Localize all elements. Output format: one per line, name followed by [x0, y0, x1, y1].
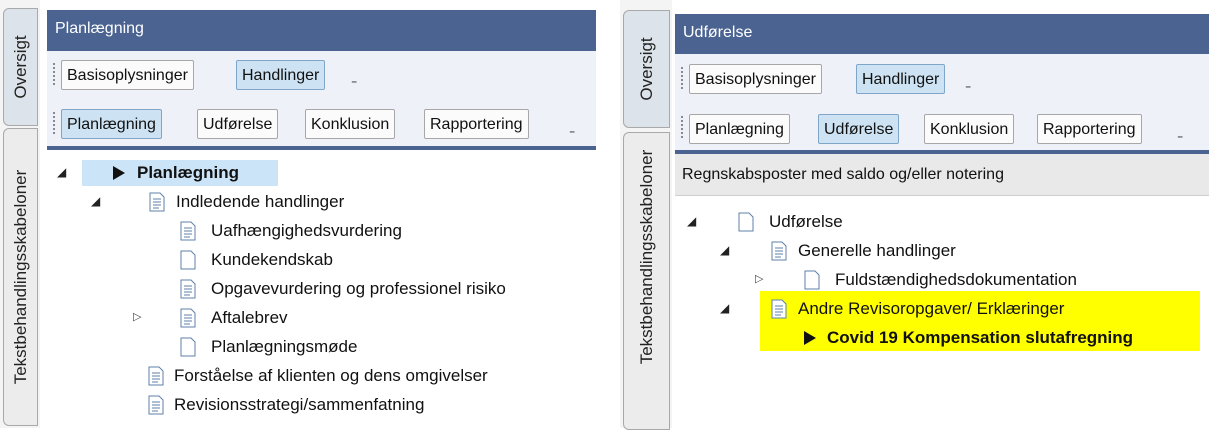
- tab-udforelse[interactable]: Udførelse: [818, 114, 900, 144]
- document-icon: [148, 366, 164, 386]
- toolbar-overflow-icon[interactable]: ₌: [1177, 128, 1183, 142]
- header-title: Planlægning: [55, 20, 144, 37]
- tree-node[interactable]: Forståelse af klienten og dens omgivelse…: [147, 363, 587, 389]
- side-tab-oversigt[interactable]: Oversigt: [3, 8, 38, 126]
- toolbar-button-handlinger[interactable]: Handlinger: [236, 60, 326, 90]
- toolbar-overflow-icon[interactable]: ₌: [965, 78, 971, 92]
- tree-node-label: Uafhængighedsvurdering: [211, 221, 402, 240]
- left-panel: Oversigt Tekstbehandlingsskabeloner Plan…: [0, 0, 600, 428]
- toolbar-grip[interactable]: [681, 116, 686, 138]
- tree-view: ◢ Udførelse ◢ Generelle handlinger ▷ Ful…: [675, 197, 1209, 428]
- tree-node-label: Generelle handlinger: [798, 241, 956, 260]
- tab-konklusion[interactable]: Konklusion: [924, 114, 1015, 144]
- tree-node-label: Andre Revisoropgaver/ Erklæringer: [798, 299, 1065, 318]
- tree-node[interactable]: ▷ Aftalebrev: [133, 305, 433, 331]
- tree-node[interactable]: ◢ Generelle handlinger: [720, 238, 1050, 264]
- side-tab-label: Tekstbehandlingsskabeloner: [10, 169, 30, 385]
- tree-node-label: Opgavevurdering og professionel risiko: [211, 279, 506, 298]
- expander-icon[interactable]: ◢: [91, 194, 100, 208]
- toolbar-button-basisoplysninger[interactable]: Basisoplysninger: [61, 60, 194, 90]
- info-bar: Regnskabsposter med saldo og/eller noter…: [675, 154, 1209, 196]
- tree-node-label: Kundekendskab: [211, 250, 333, 269]
- tab-planlaegning[interactable]: Planlægning: [689, 114, 790, 144]
- page-title: Udførelse: [675, 14, 1209, 54]
- tree-node-label: Fuldstændighedsdokumentation: [835, 270, 1077, 289]
- toolbar-grip[interactable]: [53, 112, 58, 134]
- expander-icon[interactable]: ▷: [755, 272, 763, 285]
- tree-view: ◢ Planlægning ◢ Indledende handlinger Ua…: [47, 150, 596, 428]
- side-tab-tekstbehandlingsskabeloner[interactable]: Tekstbehandlingsskabeloner: [3, 128, 38, 426]
- tree-node[interactable]: ▷ Fuldstændighedsdokumentation: [755, 267, 1175, 293]
- tree-node-label: Indledende handlinger: [176, 192, 345, 211]
- document-icon: [149, 192, 165, 212]
- tree-node[interactable]: ◢ Andre Revisoropgaver/ Erklæringer: [720, 296, 1140, 322]
- tab-rapportering[interactable]: Rapportering: [1037, 114, 1142, 144]
- toolbar-overflow-icon[interactable]: ₌: [351, 73, 357, 87]
- tree-node-label: Revisionsstrategi/sammenfatning: [174, 395, 425, 414]
- tree-node-label: Planlægningsmøde: [211, 337, 358, 356]
- toolbar-button-handlinger[interactable]: Handlinger: [856, 64, 946, 94]
- expander-icon[interactable]: ◢: [687, 214, 696, 228]
- tree-node[interactable]: ◢ Planlægning: [57, 160, 317, 186]
- tree-node-label: Forståelse af klienten og dens omgivelse…: [174, 366, 488, 385]
- toolbar-button-basisoplysninger[interactable]: Basisoplysninger: [689, 64, 822, 94]
- tree-node-label: Planlægning: [137, 163, 239, 182]
- blank-document-icon: [180, 337, 196, 357]
- blank-document-icon: [738, 212, 754, 232]
- play-icon: [804, 331, 816, 345]
- document-icon: [771, 241, 787, 261]
- toolbar-grip[interactable]: [53, 63, 58, 85]
- header-title: Udførelse: [683, 24, 753, 41]
- expander-icon[interactable]: ◢: [720, 301, 729, 315]
- toolbar-area: Basisoplysninger Handlinger ₌ Planlægnin…: [675, 54, 1209, 150]
- document-icon: [180, 279, 196, 299]
- document-icon: [180, 221, 196, 241]
- tree-node[interactable]: ◢ Udførelse: [687, 209, 987, 235]
- right-side-tabs: Oversigt Tekstbehandlingsskabeloner: [620, 0, 672, 430]
- side-tab-label: Oversigt: [636, 37, 656, 101]
- tab-rapportering[interactable]: Rapportering: [424, 109, 529, 139]
- tab-konklusion[interactable]: Konklusion: [305, 109, 396, 139]
- toolbar-area: Basisoplysninger Handlinger ₌ Planlægnin…: [47, 51, 596, 146]
- tree-node-label: Udførelse: [769, 212, 843, 231]
- tree-node[interactable]: Opgavevurdering og professionel risiko: [179, 276, 594, 302]
- play-icon: [113, 166, 125, 180]
- document-icon: [771, 299, 787, 319]
- side-tab-oversigt[interactable]: Oversigt: [623, 10, 670, 128]
- blank-document-icon: [180, 250, 196, 270]
- tree-node[interactable]: Revisionsstrategi/sammenfatning: [147, 392, 547, 418]
- expander-icon[interactable]: ◢: [57, 165, 66, 179]
- tree-node[interactable]: Kundekendskab: [179, 247, 499, 273]
- tree-node-label: Covid 19 Kompensation slutafregning: [827, 328, 1134, 347]
- page-title: Planlægning: [47, 10, 596, 51]
- expander-icon[interactable]: ▷: [133, 310, 141, 323]
- side-tab-tekstbehandlingsskabeloner[interactable]: Tekstbehandlingsskabeloner: [623, 132, 670, 430]
- document-icon: [180, 308, 196, 328]
- tree-node[interactable]: Planlægningsmøde: [179, 334, 479, 360]
- tab-udforelse[interactable]: Udførelse: [197, 109, 279, 139]
- side-tab-label: Tekstbehandlingsskabeloner: [636, 150, 656, 365]
- side-tab-label: Oversigt: [10, 35, 30, 99]
- right-panel: Oversigt Tekstbehandlingsskabeloner Udfø…: [620, 0, 1209, 430]
- toolbar-grip[interactable]: [681, 67, 686, 89]
- tree-node[interactable]: ◢ Indledende handlinger: [91, 189, 491, 215]
- blank-document-icon: [804, 270, 820, 290]
- expander-icon[interactable]: ◢: [720, 243, 729, 257]
- left-side-tabs: Oversigt Tekstbehandlingsskabeloner: [0, 0, 40, 428]
- document-icon: [148, 395, 164, 415]
- tree-node[interactable]: Covid 19 Kompensation slutafregning: [801, 325, 1201, 351]
- toolbar-overflow-icon[interactable]: ₌: [569, 123, 575, 137]
- tree-node-label: Aftalebrev: [211, 308, 288, 327]
- tree-node[interactable]: Uafhængighedsvurdering: [179, 218, 499, 244]
- tab-planlaegning[interactable]: Planlægning: [61, 109, 162, 139]
- info-bar-text: Regnskabsposter med saldo og/eller noter…: [682, 166, 1004, 183]
